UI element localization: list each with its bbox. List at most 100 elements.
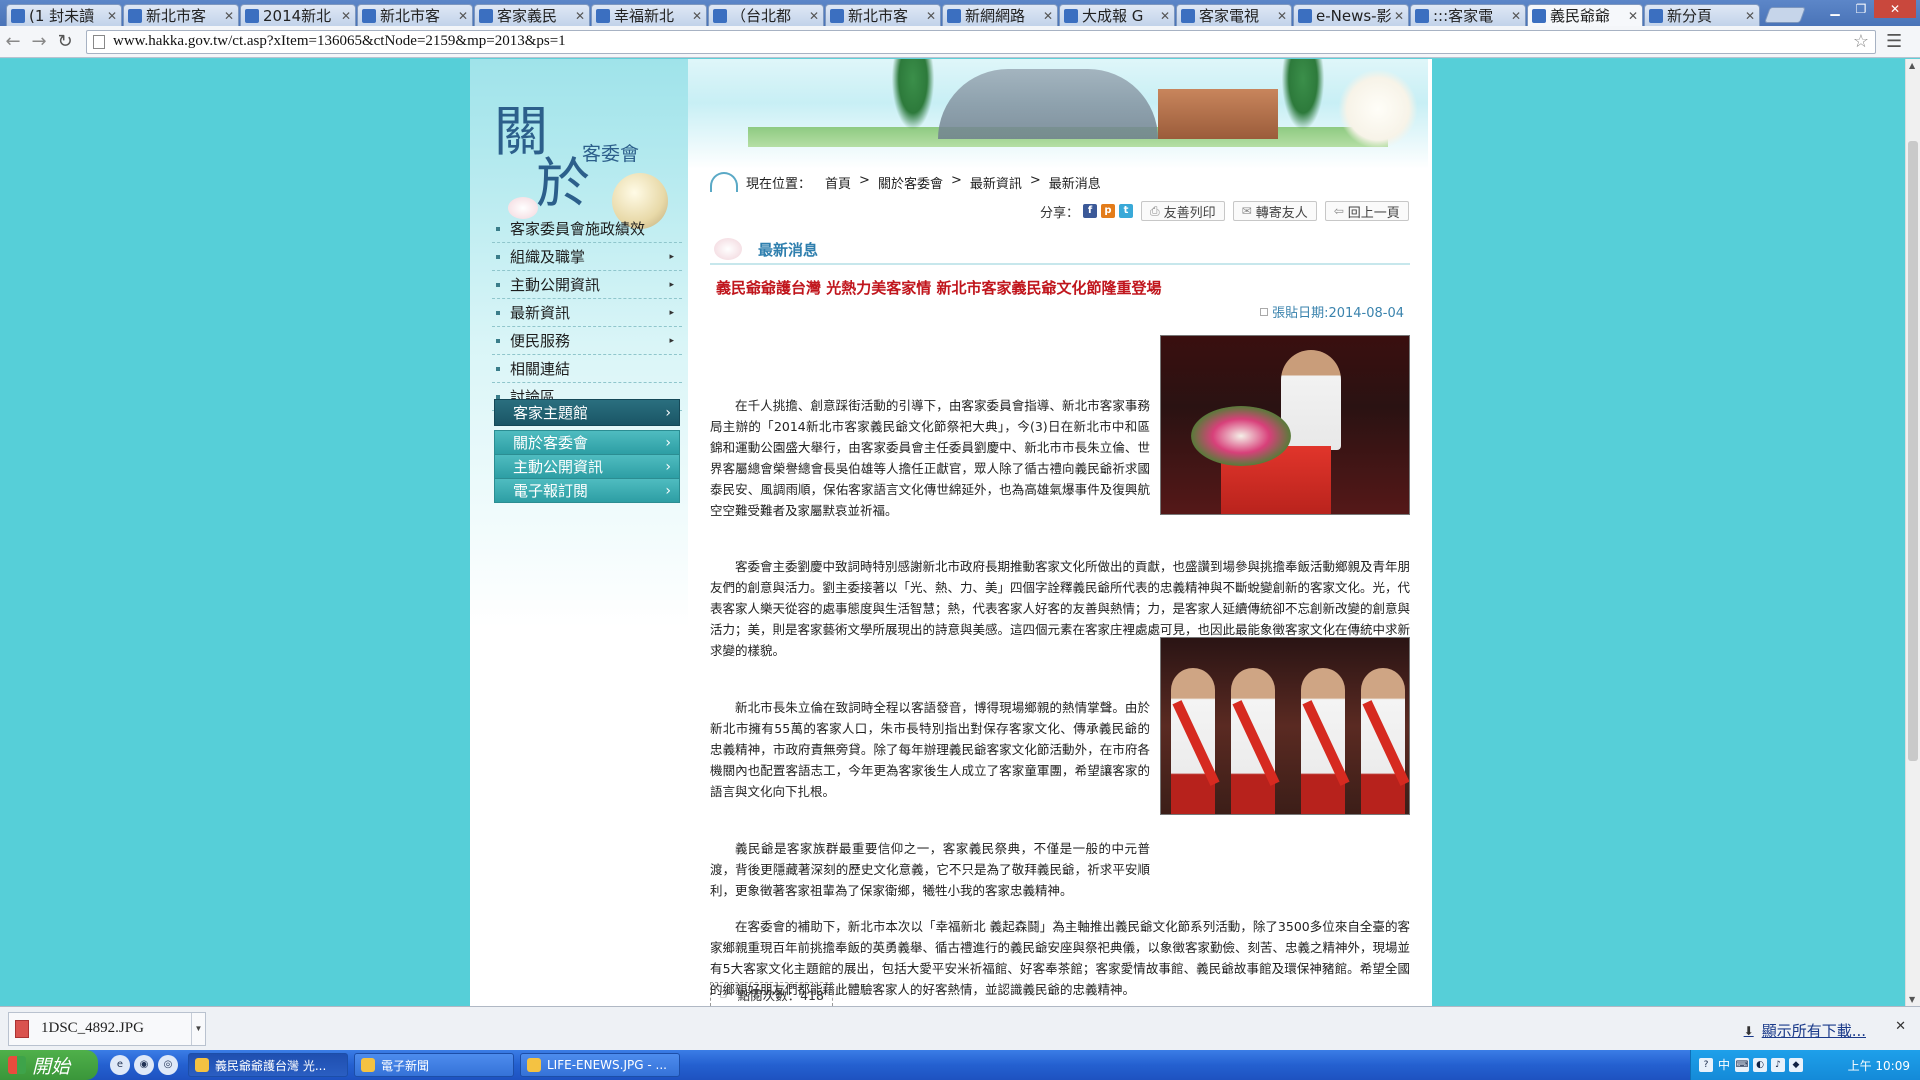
print-button[interactable]: ⎙ 友善列印 <box>1141 201 1225 221</box>
tab-close-icon[interactable]: ✕ <box>1394 9 1404 23</box>
media-icon[interactable]: ◉ <box>134 1055 154 1075</box>
tab-close-icon[interactable]: ✕ <box>341 9 351 23</box>
ime-indicator[interactable]: 中 <box>1717 1058 1731 1072</box>
browser-tab[interactable]: 義民爺爺 ✕ <box>1527 4 1643 26</box>
keyboard-icon[interactable]: ⌨ <box>1735 1058 1749 1072</box>
tab-close-icon[interactable]: ✕ <box>1043 9 1053 23</box>
breadcrumb-link[interactable]: 關於客委會 <box>878 173 943 192</box>
browser-tab[interactable]: 新北市客 ✕ <box>357 4 473 26</box>
tab-close-icon[interactable]: ✕ <box>1628 9 1638 23</box>
print-label: 友善列印 <box>1163 205 1216 221</box>
ie-icon[interactable]: e <box>110 1055 130 1075</box>
browser-menu-icon[interactable]: ☰ <box>1886 31 1902 52</box>
browser-tab[interactable]: e-News-影 ✕ <box>1293 4 1409 26</box>
tab-close-icon[interactable]: ✕ <box>458 9 468 23</box>
newsletter-button[interactable]: 電子報訂閱 › <box>494 478 680 503</box>
network-icon[interactable]: ◐ <box>1753 1058 1767 1072</box>
article-photo-speech[interactable] <box>1160 335 1410 515</box>
post-date-text: 張貼日期:2014-08-04 <box>1272 306 1404 321</box>
close-shelf-icon[interactable]: ✕ <box>1895 1019 1906 1034</box>
browser-tab[interactable]: 客家義民 ✕ <box>474 4 590 26</box>
restore-icon[interactable]: ❐ <box>1848 0 1874 18</box>
forward-arrow-icon[interactable]: → <box>26 31 52 52</box>
minimize-icon[interactable]: ▁ <box>1822 0 1848 18</box>
site-logo[interactable]: 關 於 客委會 <box>488 93 668 233</box>
download-item[interactable]: 1DSC_4892.JPG ▼ <box>8 1011 206 1046</box>
public-info-button[interactable]: 主動公開資訊 › <box>494 454 680 479</box>
sidebar-menu-item[interactable]: 相關連結 <box>492 355 682 383</box>
tab-close-icon[interactable]: ✕ <box>1511 9 1521 23</box>
twitter-icon[interactable]: t <box>1119 204 1134 218</box>
browser-tab[interactable]: 新網網路 ✕ <box>942 4 1058 26</box>
tab-close-icon[interactable]: ✕ <box>224 9 234 23</box>
tab-close-icon[interactable]: ✕ <box>1277 9 1287 23</box>
taskbar-window-button[interactable]: 電子新聞 <box>354 1053 514 1077</box>
tab-close-icon[interactable]: ✕ <box>575 9 585 23</box>
taskbar-window-button[interactable]: LIFE-ENEWS.JPG - ... <box>520 1053 680 1077</box>
download-shelf: 1DSC_4892.JPG ▼ ⬇ 顯示所有下載... ✕ <box>0 1006 1920 1050</box>
browser-tab[interactable]: 幸福新北 ✕ <box>591 4 707 26</box>
scroll-up-icon[interactable]: ▲ <box>1909 61 1915 70</box>
browser-tab[interactable]: 新北市客 ✕ <box>825 4 941 26</box>
breadcrumb-link[interactable]: 首頁 <box>825 173 851 192</box>
shield-icon[interactable]: ◆ <box>1789 1058 1803 1072</box>
scrollbar-thumb[interactable] <box>1908 141 1918 761</box>
close-window-icon[interactable]: ✕ <box>1874 0 1916 18</box>
theme-hall-button[interactable]: 客家主題館 › <box>494 399 680 426</box>
download-filename: 1DSC_4892.JPG <box>41 1020 144 1036</box>
plurk-icon[interactable]: p <box>1101 204 1116 218</box>
browser-tab[interactable]: (1 封未讀 ✕ <box>6 4 122 26</box>
about-button[interactable]: 關於客委會 › <box>494 430 680 455</box>
back-label: 回上一頁 <box>1347 205 1400 221</box>
tab-close-icon[interactable]: ✕ <box>1160 9 1170 23</box>
chrome-icon[interactable]: ◎ <box>158 1055 178 1075</box>
section-title: 最新消息 <box>758 240 819 259</box>
new-tab-button[interactable] <box>1764 7 1806 23</box>
tab-close-icon[interactable]: ✕ <box>926 9 936 23</box>
tab-close-icon[interactable]: ✕ <box>1745 9 1755 23</box>
sidebar-menu-item[interactable]: 組織及職掌 ▸ <box>492 243 682 271</box>
tab-close-icon[interactable]: ✕ <box>692 9 702 23</box>
page-scrollbar[interactable]: ▲ ▼ <box>1905 59 1920 1006</box>
facebook-icon[interactable]: f <box>1083 204 1098 218</box>
url-text[interactable]: www.hakka.gov.tw/ct.asp?xItem=136065&ctN… <box>113 33 566 50</box>
browser-tab[interactable]: （台北都 ✕ <box>708 4 824 26</box>
article-paragraph-4: 義民爺是客家族群最重要信仰之一，客家義民祭典，不僅是一般的中元普渡，背後更隱藏著… <box>710 841 1150 898</box>
browser-tab[interactable]: 2014新北 ✕ <box>240 4 356 26</box>
sidebar-menu-item[interactable]: 客家委員會施政績效 <box>492 215 682 243</box>
browser-tab[interactable]: 客家電視 ✕ <box>1176 4 1292 26</box>
sidebar-menu-item[interactable]: 便民服務 ▸ <box>492 327 682 355</box>
envelope-icon: ✉ <box>1241 204 1252 218</box>
image-file-icon <box>15 1019 29 1038</box>
volume-icon[interactable]: ♪ <box>1771 1058 1785 1072</box>
back-button[interactable]: ⇦ 回上一頁 <box>1324 201 1409 221</box>
window-app-icon <box>195 1058 209 1072</box>
chevron-right-icon: › <box>665 458 671 475</box>
back-arrow-icon[interactable]: ← <box>0 31 26 52</box>
sidebar-menu-item[interactable]: 主動公開資訊 ▸ <box>492 271 682 299</box>
show-all-downloads-link[interactable]: ⬇ 顯示所有下載... <box>1744 1020 1866 1041</box>
taskbar-window-button[interactable]: 義民爺爺護台灣 光... <box>188 1053 348 1077</box>
sidebar-menu-item[interactable]: 最新資訊 ▸ <box>492 299 682 327</box>
dropdown-arrow-icon[interactable]: ▼ <box>191 1012 205 1045</box>
tab-title: 客家電視 <box>1199 7 1260 25</box>
browser-tab[interactable]: 新北市客 ✕ <box>123 4 239 26</box>
scroll-down-icon[interactable]: ▼ <box>1909 995 1915 1004</box>
bookmark-star-icon[interactable]: ☆ <box>1853 31 1869 52</box>
page-viewport: 關 於 客委會 客家委員會施政績效 組織及職掌 ▸ 主動公開資訊 ▸ 最新資訊 ▸ 便民服務 ▸… <box>0 59 1905 1006</box>
address-bar[interactable]: www.hakka.gov.tw/ct.asp?xItem=136065&ctN… <box>86 29 1876 54</box>
breadcrumb-link[interactable]: 最新消息 <box>1049 173 1101 192</box>
browser-tab[interactable]: :::客家電 ✕ <box>1410 4 1526 26</box>
browser-tab[interactable]: 新分頁 ✕ <box>1644 4 1760 26</box>
tab-close-icon[interactable]: ✕ <box>107 9 117 23</box>
tab-close-icon[interactable]: ✕ <box>809 9 819 23</box>
breadcrumb-link[interactable]: 最新資訊 <box>970 173 1022 192</box>
forward-button[interactable]: ✉ 轉寄友人 <box>1232 201 1317 221</box>
help-icon[interactable]: ? <box>1699 1058 1713 1072</box>
reload-icon[interactable]: ↻ <box>52 31 78 52</box>
tab-title: 新北市客 <box>380 7 441 25</box>
start-button[interactable]: 開始 <box>0 1050 98 1080</box>
article-photo-officials[interactable] <box>1160 637 1410 815</box>
browser-tab[interactable]: 大成報 G ✕ <box>1059 4 1175 26</box>
lily-decoration <box>1338 69 1418 149</box>
